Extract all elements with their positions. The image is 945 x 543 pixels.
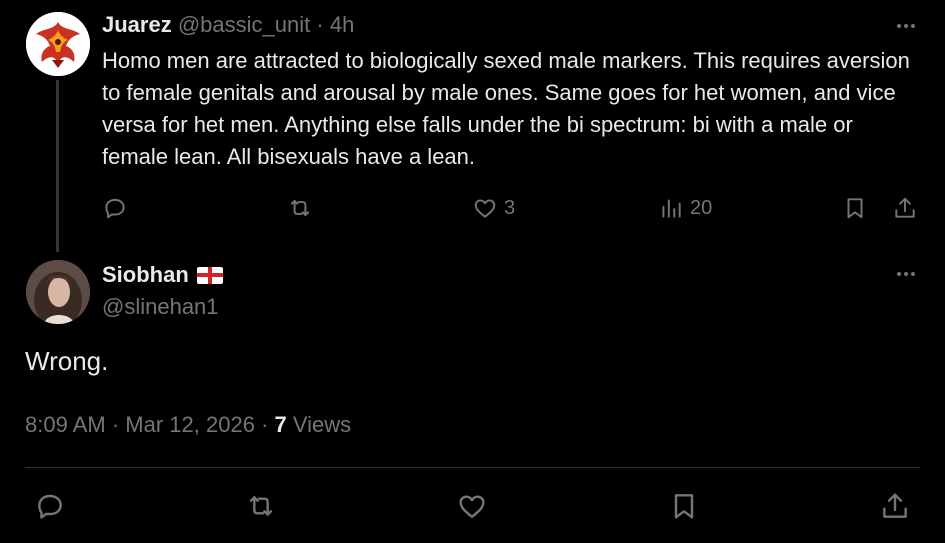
retweet-icon — [290, 199, 310, 217]
avatar[interactable] — [26, 12, 90, 76]
views-count: 7 — [274, 412, 287, 437]
author-handle[interactable]: @slinehan1 — [102, 294, 219, 320]
tweet-text: Wrong. — [25, 346, 109, 376]
thread-connector-line — [56, 80, 59, 252]
views-count: 20 — [690, 196, 713, 219]
tweet-text: Homo men are attracted to biologically s… — [102, 48, 910, 169]
bookmark-button[interactable] — [668, 488, 700, 524]
reply-button[interactable] — [34, 488, 66, 524]
england-flag-icon — [196, 266, 223, 284]
share-icon — [883, 493, 907, 518]
author-name[interactable]: Siobhan — [102, 262, 189, 288]
tweet-header: Juarez @bassic_unit · 4h — [102, 12, 354, 38]
tweet-time[interactable]: 4h — [330, 12, 354, 37]
separator-dot: · — [316, 12, 324, 37]
bookmark-icon — [847, 198, 863, 219]
views-button[interactable]: 20 — [658, 190, 712, 226]
more-options-icon[interactable] — [891, 16, 921, 36]
avatar[interactable] — [26, 260, 90, 324]
tweet-time[interactable]: 8:09 AM — [25, 412, 106, 437]
author-name-row: Siobhan — [102, 262, 223, 288]
retweet-icon — [249, 496, 273, 516]
like-icon — [459, 495, 485, 518]
like-button[interactable]: 3 — [472, 190, 515, 226]
reply-icon — [38, 494, 62, 519]
more-options-icon[interactable] — [891, 264, 921, 284]
separator-dot: · — [111, 412, 120, 437]
retweet-button[interactable] — [245, 488, 277, 524]
share-button[interactable] — [892, 190, 918, 226]
views-icon — [662, 199, 681, 218]
tweet-date[interactable]: Mar 12, 2026 — [125, 412, 255, 437]
retweet-button[interactable] — [287, 190, 313, 226]
bookmark-button[interactable] — [842, 190, 868, 226]
author-name[interactable]: Juarez — [102, 12, 172, 37]
views-label: Views — [292, 412, 352, 437]
tweet-actions: 3 20 — [0, 190, 945, 226]
tweet-actions — [0, 488, 945, 528]
like-button[interactable] — [456, 488, 488, 524]
like-count: 3 — [504, 196, 516, 219]
like-icon — [474, 199, 496, 218]
profile-photo-image — [26, 260, 90, 324]
share-button[interactable] — [879, 488, 911, 524]
author-handle[interactable]: @bassic_unit — [178, 12, 310, 37]
separator-dot: · — [261, 412, 269, 437]
share-icon — [895, 197, 915, 218]
parent-tweet[interactable]: Juarez @bassic_unit · 4h Homo men are at… — [0, 0, 945, 252]
tweet-metadata: 8:09 AM · Mar 12, 2026 · 7 Views — [25, 412, 351, 438]
reply-button[interactable] — [102, 190, 128, 226]
divider — [25, 467, 920, 468]
reply-icon — [105, 198, 125, 219]
bookmark-icon — [674, 494, 694, 519]
phoenix-avatar-image — [26, 12, 90, 76]
